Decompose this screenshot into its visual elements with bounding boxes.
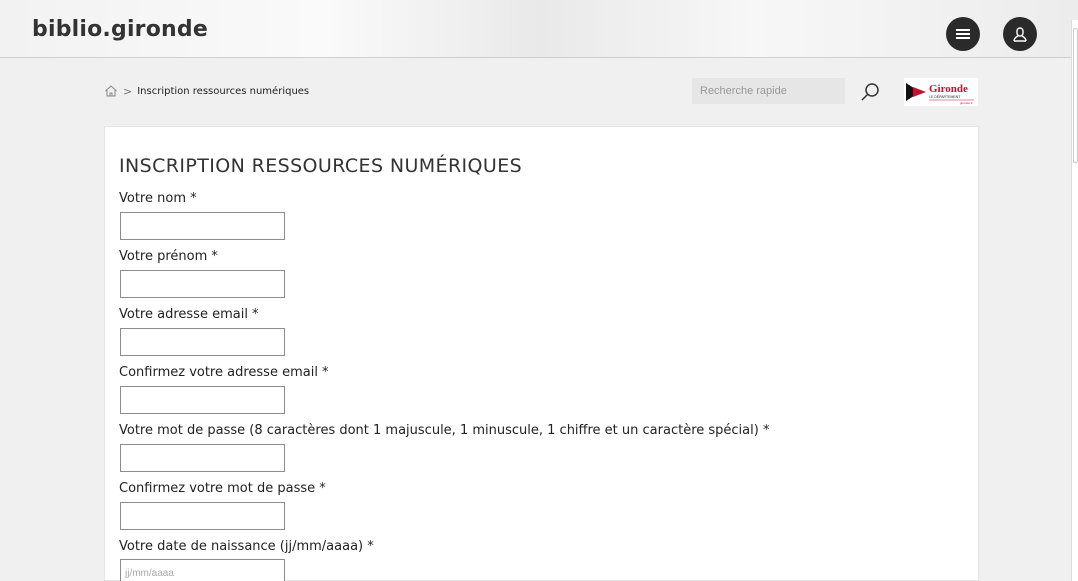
breadcrumb-separator: >: [123, 84, 133, 98]
search-input[interactable]: [692, 78, 845, 104]
home-icon[interactable]: [104, 84, 118, 98]
user-account-button[interactable]: [1003, 17, 1037, 51]
gironde-logo-text: Gironde: [929, 83, 968, 95]
scrollbar-thumb[interactable]: [1073, 28, 1078, 163]
confirm-email-label: Confirmez votre adresse email *: [119, 365, 329, 380]
registration-form-card: INSCRIPTION RESSOURCES NUMÉRIQUES Votre …: [104, 126, 979, 581]
gironde-logo-url: gironde.fr: [960, 101, 973, 105]
site-header: biblio.gironde: [0, 0, 1078, 58]
confirm-password-label: Confirmez votre mot de passe *: [119, 481, 326, 496]
confirm-email-input[interactable]: [120, 386, 285, 414]
menu-button[interactable]: [946, 17, 980, 51]
search-button[interactable]: [858, 80, 882, 104]
confirm-password-input[interactable]: [120, 502, 285, 530]
birthdate-input[interactable]: [120, 559, 285, 581]
breadcrumb: > Inscription ressources numériques: [104, 84, 309, 98]
gironde-logo-subtext: LE DÉPARTEMENT: [929, 94, 961, 99]
hamburger-menu-icon: [956, 29, 970, 39]
scrollbar[interactable]: [1071, 20, 1078, 581]
gironde-logo[interactable]: Gironde LE DÉPARTEMENT gironde.fr: [904, 78, 978, 106]
email-label: Votre adresse email *: [119, 307, 259, 322]
password-input[interactable]: [120, 444, 285, 472]
password-label: Votre mot de passe (8 caractères dont 1 …: [119, 423, 770, 438]
birthdate-label: Votre date de naissance (jj/mm/aaaa) *: [119, 539, 374, 554]
user-account-icon: [1013, 27, 1027, 42]
first-name-label: Votre prénom *: [119, 249, 218, 264]
last-name-input[interactable]: [120, 212, 285, 240]
email-input[interactable]: [120, 328, 285, 356]
search-icon: [861, 83, 879, 101]
breadcrumb-current: Inscription ressources numériques: [137, 85, 310, 97]
site-logo[interactable]: biblio.gironde: [32, 17, 208, 42]
form-title: INSCRIPTION RESSOURCES NUMÉRIQUES: [119, 155, 523, 177]
first-name-input[interactable]: [120, 270, 285, 298]
last-name-label: Votre nom *: [119, 191, 197, 206]
